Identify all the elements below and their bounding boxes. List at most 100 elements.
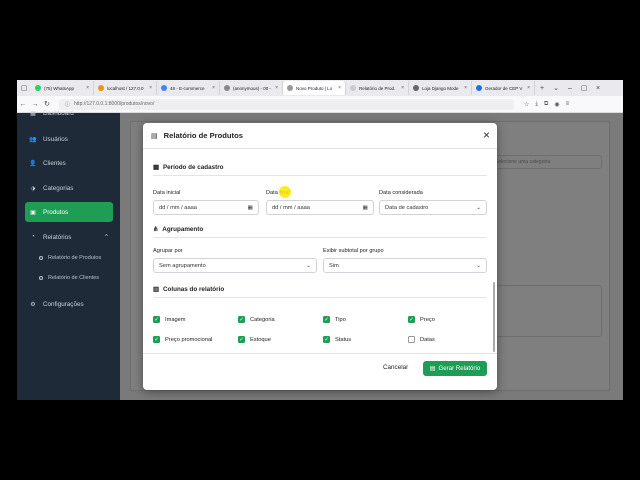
new-tab-button[interactable]: + (535, 85, 549, 92)
close-window-icon[interactable]: × (591, 85, 605, 92)
address-bar[interactable]: ⓘ http://127.0.0.1:8000/produtos/novo/ (59, 98, 514, 110)
column-checkbox-status[interactable]: ✓ Status (323, 336, 351, 343)
sidebar-item-relatorios[interactable]: ◔ Relatórios ⌃ (25, 227, 113, 247)
modal-scrollbar[interactable] (493, 282, 495, 352)
column-checkbox-estoque[interactable]: ✓ Estoque (238, 336, 271, 343)
calendar-icon: ▦ (153, 164, 159, 171)
checkbox-checked-icon[interactable]: ✓ (238, 316, 245, 323)
checkbox-checked-icon[interactable]: ✓ (153, 316, 160, 323)
modal-body: ▦ Período de cadastro Data inicial dd / m… (143, 150, 497, 353)
users-icon: 👥 (29, 136, 37, 143)
box-icon: ▣ (30, 209, 36, 216)
data-considerada-select[interactable]: Data de cadastro ⌄ (379, 200, 487, 215)
sidebar-subitem-relatorio-produtos[interactable]: Relatório de Produtos (39, 255, 101, 261)
checkbox-checked-icon[interactable]: ✓ (323, 316, 330, 323)
whatsapp-favicon-icon (35, 85, 41, 91)
maximize-icon[interactable]: ▢ (577, 84, 591, 92)
mouse-cursor-highlight (279, 186, 291, 198)
sidebar-item-configuracoes[interactable]: ⚙ Configurações (25, 294, 113, 314)
chart-icon: ◔ (31, 234, 35, 240)
close-icon[interactable]: × (483, 128, 490, 142)
browser-tab-4[interactable]: Novo Produto | Lo × (283, 81, 346, 95)
profile-icon[interactable]: ◉ (554, 101, 559, 108)
browser-tab-0[interactable]: (75) WhatsApp × (31, 81, 94, 95)
chevron-down-icon: ⌄ (476, 262, 481, 269)
modal-title: Relatório de Produtos (163, 131, 243, 140)
close-tab-icon[interactable]: × (149, 85, 152, 91)
sidebar: ▦ Dashboard 👥 Usuários 👤 Clientes ⬗ Categori… (17, 110, 120, 400)
hierarchy-icon: ⋔ (153, 226, 159, 233)
close-tab-icon[interactable]: × (86, 85, 89, 91)
menu-icon[interactable]: ≡ (566, 101, 570, 108)
sidebar-item-usuarios[interactable]: 👥 Usuários (25, 129, 113, 149)
data-final-input[interactable]: dd / mm / aaaa ▦ (266, 200, 374, 215)
cancel-button[interactable]: Cancelar (383, 364, 408, 371)
page-favicon-icon (224, 85, 230, 91)
browser-tab-2[interactable]: 48 - E-commerce × (157, 81, 220, 95)
file-export-icon: ▤ (429, 365, 436, 372)
extensions-icon[interactable]: ⧉ (544, 101, 548, 108)
browser-tab-1[interactable]: localhost / 127.0.0 × (94, 81, 157, 95)
close-tab-icon[interactable]: × (338, 85, 341, 91)
minimize-icon[interactable]: – (563, 85, 577, 92)
column-checkbox-datas[interactable]: Datas (408, 336, 435, 343)
column-checkbox-categoria[interactable]: ✓ Categoria (238, 316, 275, 323)
dashboard-icon: ▦ (30, 110, 36, 117)
subtotal-label: Exibir subtotal por grupo (323, 248, 384, 254)
chevron-up-icon: ⌃ (103, 233, 109, 241)
subtotal-select[interactable]: Sim ⌄ (323, 258, 487, 273)
document-icon: ▤ (151, 132, 158, 140)
sidebar-item-categorias[interactable]: ⬗ Categorias (25, 178, 113, 198)
data-considerada-label: Data considerada (379, 190, 423, 196)
page-favicon-icon (287, 85, 293, 91)
drive-favicon-icon (161, 85, 167, 91)
checkbox-checked-icon[interactable]: ✓ (408, 316, 415, 323)
column-checkbox-preco-promocional[interactable]: ✓ Preço promocional (153, 336, 212, 343)
gear-icon: ⚙ (30, 301, 36, 308)
modal-header: ▤ Relatório de Produtos × (143, 123, 497, 149)
checkbox-checked-icon[interactable]: ✓ (323, 336, 330, 343)
sidebar-subitem-relatorio-clientes[interactable]: Relatório de Clientes (39, 275, 99, 281)
browser-tab-3[interactable]: (anonymous) - 00 - P. × (220, 81, 283, 95)
close-tab-icon[interactable]: × (275, 85, 278, 91)
checkbox-checked-icon[interactable]: ✓ (153, 336, 160, 343)
data-inicial-label: Data inicial (153, 190, 181, 196)
checkbox-unchecked-icon[interactable] (408, 336, 415, 343)
sidebar-item-clientes[interactable]: 👤 Clientes (25, 153, 113, 173)
tab-list-icon[interactable]: ▢ (17, 84, 31, 92)
browser-tab-5[interactable]: Relatório de Prod. × (346, 81, 409, 95)
columns-icon: ▥ (153, 286, 159, 293)
github-favicon-icon (413, 85, 419, 91)
close-tab-icon[interactable]: × (401, 85, 404, 91)
browser-tab-bar: ▢ (75) WhatsApp × localhost / 127.0.0 × 48… (17, 80, 623, 96)
browser-tab-7[interactable]: Gerador de CEP V × (472, 81, 535, 95)
chevron-down-icon[interactable]: ⌄ (549, 84, 563, 92)
agrupar-label: Agrupar por (153, 248, 183, 254)
column-checkbox-preco[interactable]: ✓ Preço (408, 316, 435, 323)
close-tab-icon[interactable]: × (212, 85, 215, 91)
agrupar-select[interactable]: Sem agrupamento ⌄ (153, 258, 317, 273)
column-checkbox-tipo[interactable]: ✓ Tipo (323, 316, 346, 323)
sidebar-item-produtos[interactable]: ▣ Produtos (25, 202, 113, 222)
generate-report-button[interactable]: ▤ Gerar Relatório (423, 361, 487, 376)
close-tab-icon[interactable]: × (527, 85, 530, 91)
page-favicon-icon (350, 85, 356, 91)
circle-icon (39, 276, 43, 280)
close-tab-icon[interactable]: × (464, 85, 467, 91)
calendar-icon[interactable]: ▦ (248, 205, 253, 211)
report-modal: ▤ Relatório de Produtos × ▦ Período de ca… (143, 123, 497, 390)
column-checkbox-imagem[interactable]: ✓ Imagem (153, 316, 186, 323)
cep-favicon-icon (476, 85, 482, 91)
bookmark-star-icon[interactable]: ☆ (524, 101, 529, 108)
download-icon[interactable]: ⤓ (535, 101, 538, 108)
calendar-icon[interactable]: ▦ (363, 205, 368, 211)
data-inicial-input[interactable]: dd / mm / aaaa ▦ (153, 200, 259, 215)
section-agrupamento: ⋔ Agrupamento (153, 226, 487, 238)
section-colunas: ▥ Colunas do relatório (153, 286, 487, 298)
section-periodo: ▦ Período de cadastro (153, 164, 487, 176)
sidebar-item-dashboard[interactable]: ▦ Dashboard (25, 103, 113, 123)
modal-footer: Cancelar ▤ Gerar Relatório (143, 353, 497, 390)
browser-tab-6[interactable]: Loja Django Mode × (409, 81, 472, 95)
clients-icon: 👤 (29, 160, 37, 167)
checkbox-checked-icon[interactable]: ✓ (238, 336, 245, 343)
